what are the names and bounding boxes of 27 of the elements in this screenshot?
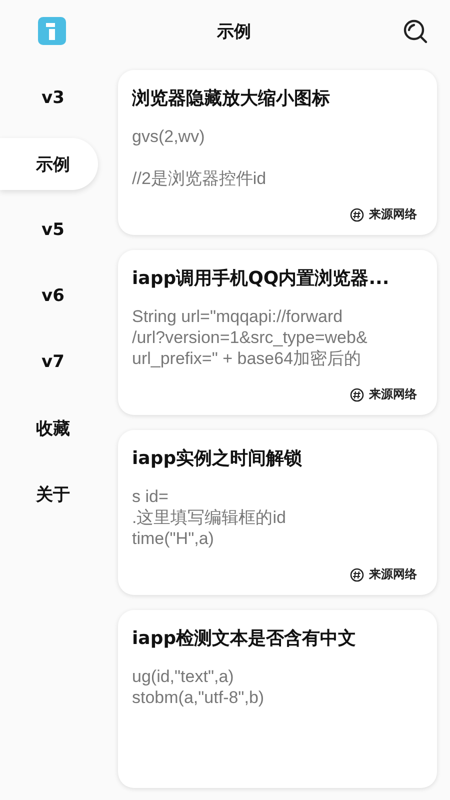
code-snippet: ug(id,"text",a) stobm(a,"utf-8",b)	[132, 666, 266, 709]
article-card[interactable]: iapp实例之时间解锁 s id= .这里填写编辑框的id time("H",a) 来源网络	[118, 430, 437, 595]
sidebar-item[interactable]: 收藏	[0, 402, 98, 454]
card-title: 浏览器隐藏放大缩小图标	[132, 87, 331, 110]
page-title: 示例	[217, 20, 251, 42]
sidebar-item[interactable]: 示例	[0, 138, 98, 190]
source-label: 来源网络	[369, 566, 417, 583]
hashtag-icon	[350, 208, 364, 222]
card-title: iapp检测文本是否含有中文	[132, 627, 358, 650]
article-card[interactable]: 浏览器隐藏放大缩小图标 gvs(2,wv) //2是浏览器控件id 来源网络	[118, 70, 437, 235]
hashtag-icon	[350, 568, 364, 582]
card-title: iapp实例之时间解锁	[132, 447, 304, 470]
sidebar-item[interactable]: 关于	[0, 468, 98, 520]
sidebar-item[interactable]: v6	[0, 270, 98, 322]
source-label: 来源网络	[369, 386, 417, 403]
sidebar-item[interactable]: v7	[0, 336, 98, 388]
article-card[interactable]: iapp调用手机QQ内置浏览器... String url="mqqapi://forward /url?version=1&src_type=web& url_prefix=" + base64加密后的 来源网络	[118, 250, 437, 415]
card-title: iapp调用手机QQ内置浏览器...	[132, 267, 390, 290]
hashtag-icon	[350, 388, 364, 402]
source-label: 来源网络	[369, 206, 417, 223]
search-icon[interactable]	[402, 18, 428, 44]
code-snippet: String url="mqqapi://forward /url?version=1&src_type=web& url_prefix=" + base64加密后的	[132, 306, 368, 370]
sidebar-item[interactable]: v3	[0, 72, 98, 124]
sidebar-item[interactable]: v5	[0, 204, 98, 256]
code-snippet: s id= .这里填写编辑框的id time("H",a)	[132, 486, 287, 550]
article-card[interactable]: iapp检测文本是否含有中文 ug(id,"text",a) stobm(a,"utf-8",b)	[118, 610, 437, 788]
code-snippet: gvs(2,wv) //2是浏览器控件id	[132, 126, 268, 190]
